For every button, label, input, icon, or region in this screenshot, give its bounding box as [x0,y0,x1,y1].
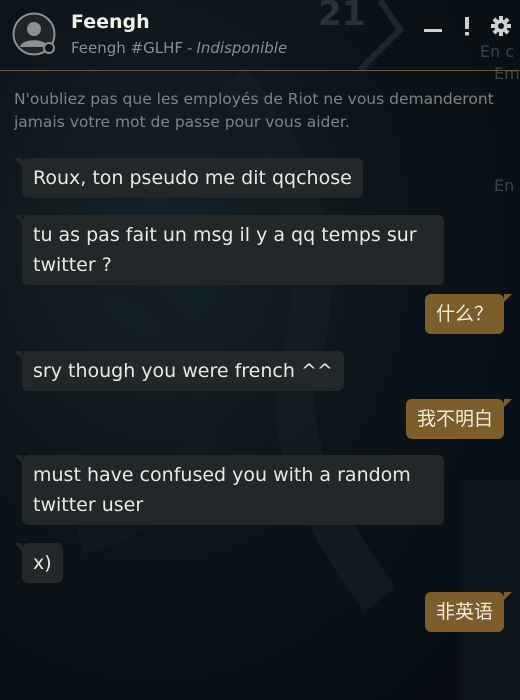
message-bubble-outgoing[interactable]: 我不明白 [405,399,504,439]
bubble-tail [14,543,22,551]
avatar[interactable] [12,12,56,56]
header-divider [0,70,520,71]
alert-icon [465,17,469,36]
bubble-tail [14,158,22,166]
settings-button[interactable] [489,14,513,38]
availability-status: Indisponible [196,39,288,57]
minimize-button[interactable] [421,14,445,38]
bubble-tail [504,399,512,407]
status-separator: - [187,39,193,57]
bubble-tail [504,294,512,302]
chat-header: Feengh Feengh #GLHF - Indisponible [0,0,520,70]
security-notice: N'oubliez pas que les employés de Riot n… [14,90,494,131]
message-bubble-incoming[interactable]: must have confused you with a random twi… [22,455,444,525]
contact-name: Feengh [71,11,150,33]
report-button[interactable] [455,14,479,38]
gear-icon [491,16,511,36]
user-avatar-icon [12,12,56,56]
bubble-tail [14,455,22,463]
background-text: En [494,176,515,195]
bubble-tail [504,592,512,600]
bubble-tail [14,215,22,223]
message-bubble-incoming[interactable]: Roux, ton pseudo me dit qqchose [22,158,363,198]
message-bubble-incoming[interactable]: tu as pas fait un msg il y a qq temps su… [22,215,444,285]
riot-id: Feengh #GLHF [71,39,184,57]
contact-status: Feengh #GLHF - Indisponible [71,39,287,57]
message-bubble-outgoing[interactable]: 非英语 [424,592,504,632]
message-bubble-outgoing[interactable]: 什么？ [424,294,504,334]
bubble-tail [14,351,22,359]
minimize-icon [424,29,442,32]
message-bubble-incoming[interactable]: sry though you were french ^^ [22,351,344,391]
message-bubble-incoming[interactable]: x) [22,543,63,583]
